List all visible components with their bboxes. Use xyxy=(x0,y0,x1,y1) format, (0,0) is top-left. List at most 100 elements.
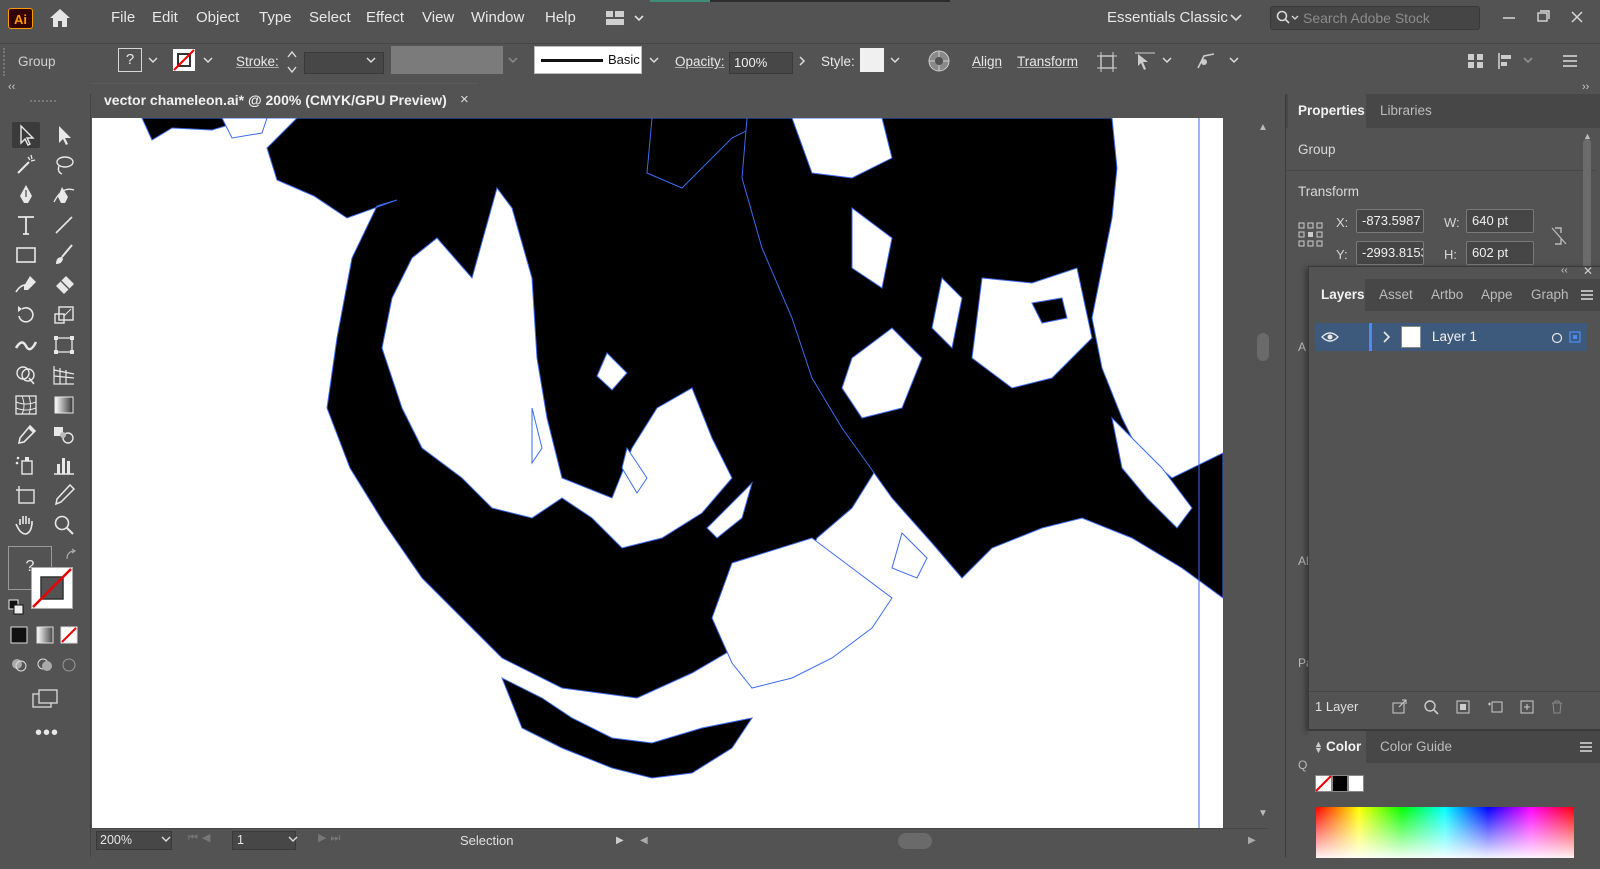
edit-toolbar-icon[interactable]: ••• xyxy=(35,722,59,745)
slice-tool-icon[interactable] xyxy=(50,482,78,508)
symbol-sprayer-tool-icon[interactable] xyxy=(12,452,40,478)
align-button[interactable]: Align xyxy=(972,44,1002,80)
brush-definition[interactable]: Basic xyxy=(534,46,642,74)
x-position-field[interactable]: -873.5987 p xyxy=(1356,209,1424,233)
menu-file[interactable]: File xyxy=(111,0,135,36)
visibility-eye-icon[interactable] xyxy=(1321,331,1339,343)
collapse-panel-icon[interactable]: ‹‹ xyxy=(1561,265,1568,276)
scroll-left-icon[interactable]: ◀ xyxy=(640,835,648,846)
swap-fill-stroke-icon[interactable] xyxy=(64,548,78,562)
menu-select[interactable]: Select xyxy=(309,0,351,36)
stroke-label[interactable]: Stroke: xyxy=(236,44,279,80)
align-grid-icon[interactable] xyxy=(1466,51,1486,71)
chevron-down-icon[interactable] xyxy=(161,836,171,844)
mesh-tool-icon[interactable] xyxy=(12,392,40,418)
eraser-tool-icon[interactable] xyxy=(50,272,78,298)
menu-help[interactable]: Help xyxy=(545,0,576,36)
default-fill-stroke-icon[interactable] xyxy=(8,599,24,615)
type-tool-icon[interactable] xyxy=(12,212,40,238)
layer-name[interactable]: Layer 1 xyxy=(1432,323,1477,351)
create-sublayer-icon[interactable] xyxy=(1487,699,1505,715)
pen-tool-icon[interactable] xyxy=(12,182,40,208)
collapse-toolbar-icon[interactable]: ‹‹ xyxy=(8,80,15,94)
puppet-warp-icon[interactable] xyxy=(1194,50,1218,74)
scroll-right-icon[interactable]: ▶ xyxy=(1248,835,1256,846)
menu-edit[interactable]: Edit xyxy=(152,0,178,36)
document-tab[interactable]: vector chameleon.ai* @ 200% (CMYK/GPU Pr… xyxy=(92,83,478,116)
eyedropper-tool-icon[interactable] xyxy=(12,422,40,448)
distribute-icon[interactable] xyxy=(1496,51,1518,71)
column-graph-tool-icon[interactable] xyxy=(50,452,78,478)
layer-row[interactable]: Layer 1 xyxy=(1315,323,1587,351)
tab-layers[interactable]: Layers xyxy=(1321,279,1365,311)
selection-indicator-icon[interactable] xyxy=(1569,331,1581,343)
tab-graphic-styles[interactable]: Graph xyxy=(1531,279,1569,311)
workspace-switcher[interactable]: Essentials Classic xyxy=(1107,0,1228,36)
status-menu-icon[interactable]: ▶ xyxy=(616,835,624,846)
opacity-field[interactable]: 100% xyxy=(729,52,793,74)
chevron-down-icon[interactable] xyxy=(365,56,377,66)
shape-builder-tool-icon[interactable] xyxy=(12,362,40,388)
panel-menu-icon[interactable] xyxy=(1561,53,1579,69)
chevron-down-icon[interactable] xyxy=(1161,56,1173,66)
grip-handle[interactable] xyxy=(3,48,9,76)
fill-swatch[interactable]: ? xyxy=(118,48,142,72)
grip-handle[interactable] xyxy=(30,100,56,106)
chevron-down-icon[interactable] xyxy=(1228,56,1240,66)
black-swatch[interactable] xyxy=(1332,775,1348,792)
canvas[interactable] xyxy=(92,118,1223,828)
width-tool-icon[interactable] xyxy=(12,332,40,358)
fill-dropdown-icon[interactable] xyxy=(147,56,159,66)
collect-for-export-icon[interactable] xyxy=(1391,699,1409,715)
hand-tool-icon[interactable] xyxy=(12,512,40,538)
variable-width-profile[interactable] xyxy=(391,46,503,74)
h-scroll-thumb[interactable] xyxy=(898,833,932,849)
chevron-right-icon[interactable] xyxy=(797,55,807,67)
zoom-tool-icon[interactable] xyxy=(50,512,78,538)
menu-type[interactable]: Type xyxy=(259,0,292,36)
magic-wand-tool-icon[interactable] xyxy=(12,152,40,178)
stroke-dropdown-icon[interactable] xyxy=(202,56,214,66)
vertical-scrollbar[interactable]: ▲ ▼ xyxy=(1256,118,1270,828)
close-tab-icon[interactable]: × xyxy=(460,84,469,116)
artboard-number-field[interactable]: 1 xyxy=(232,831,296,850)
scale-tool-icon[interactable] xyxy=(50,302,78,328)
tab-asset-export[interactable]: Asset xyxy=(1379,279,1413,311)
white-swatch[interactable] xyxy=(1348,775,1364,792)
width-field[interactable]: 640 pt xyxy=(1466,209,1534,233)
expand-panels-icon[interactable]: ›› xyxy=(1582,80,1589,94)
panel-options-toggle-icon[interactable]: ▲ ▼ xyxy=(1314,740,1323,755)
stroke-color-swatch[interactable] xyxy=(31,567,73,609)
menu-effect[interactable]: Effect xyxy=(366,0,404,36)
graphic-style-swatch[interactable] xyxy=(860,48,884,72)
reference-point-icon[interactable] xyxy=(1298,222,1324,248)
minimize-icon[interactable] xyxy=(1496,6,1522,28)
select-similar-icon[interactable] xyxy=(1133,50,1157,74)
tab-libraries[interactable]: Libraries xyxy=(1380,94,1432,128)
close-panel-icon[interactable]: ✕ xyxy=(1583,264,1593,278)
curvature-tool-icon[interactable] xyxy=(50,182,78,208)
lasso-tool-icon[interactable] xyxy=(50,152,78,178)
chameleon-artwork[interactable] xyxy=(92,118,1223,828)
none-mode-icon[interactable] xyxy=(60,626,78,644)
arrange-documents-icon[interactable] xyxy=(604,8,650,28)
y-position-field[interactable]: -2993.8153 xyxy=(1356,241,1424,265)
make-clipping-mask-icon[interactable] xyxy=(1455,699,1471,715)
change-screen-mode-icon[interactable] xyxy=(31,688,59,710)
home-icon[interactable] xyxy=(47,7,73,29)
none-swatch[interactable] xyxy=(1315,775,1332,792)
transform-button[interactable]: Transform xyxy=(1017,44,1078,80)
chevron-down-icon[interactable] xyxy=(288,836,298,844)
menu-object[interactable]: Object xyxy=(196,0,239,36)
close-window-icon[interactable] xyxy=(1564,6,1590,28)
artboard-tool-icon[interactable] xyxy=(12,482,40,508)
panel-menu-icon[interactable] xyxy=(1579,287,1595,303)
height-field[interactable]: 602 pt xyxy=(1466,241,1534,265)
rotate-tool-icon[interactable] xyxy=(12,302,40,328)
search-input[interactable] xyxy=(1303,9,1473,27)
color-spectrum[interactable] xyxy=(1316,807,1574,858)
free-transform-tool-icon[interactable] xyxy=(50,332,78,358)
chevron-down-icon[interactable] xyxy=(1229,12,1243,24)
menu-view[interactable]: View xyxy=(422,0,454,36)
color-mode-icon[interactable] xyxy=(10,626,28,644)
